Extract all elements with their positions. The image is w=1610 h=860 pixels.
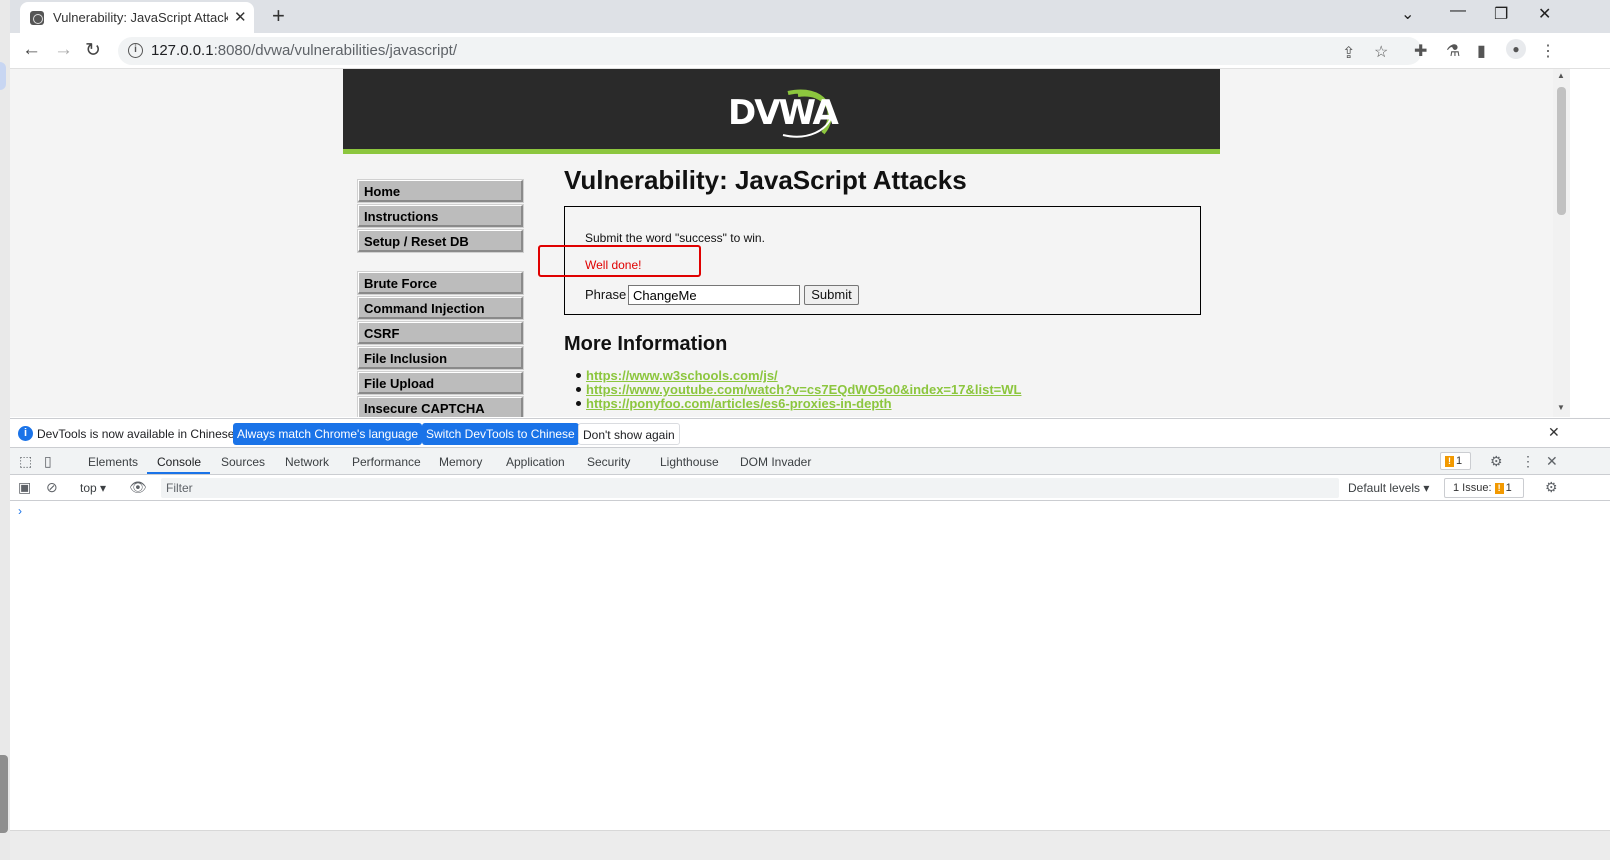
menu-item-insecure-captcha[interactable]: Insecure CAPTCHA	[358, 397, 523, 417]
bookmark-star-icon[interactable]: ☆	[1374, 42, 1388, 62]
scroll-thumb[interactable]	[1557, 87, 1566, 215]
browser-tab[interactable]: Vulnerability: JavaScript Attacks ✕	[20, 2, 254, 33]
notice-close-icon[interactable]: ✕	[1548, 424, 1560, 441]
new-tab-button[interactable]: +	[272, 3, 285, 29]
back-icon[interactable]: ←	[22, 39, 41, 61]
extensions-icon[interactable]: ✚	[1414, 41, 1427, 61]
minimize-icon[interactable]: —	[1450, 2, 1466, 20]
share-icon[interactable]: ⇪	[1342, 43, 1355, 63]
site-info-icon[interactable]: i	[128, 43, 143, 58]
forward-icon[interactable]: →	[54, 39, 73, 61]
menu-kebab-icon[interactable]: ⋮	[1540, 41, 1556, 61]
edge-marker	[0, 62, 6, 90]
instruction-text: Submit the word "success" to win.	[585, 231, 765, 245]
page-title: Vulnerability: JavaScript Attacks	[564, 165, 967, 195]
tab-security[interactable]: Security	[587, 455, 630, 469]
tab-lighthouse[interactable]: Lighthouse	[660, 455, 719, 469]
tab-elements[interactable]: Elements	[88, 455, 138, 469]
tab-performance[interactable]: Performance	[352, 455, 421, 469]
tab-console[interactable]: Console	[157, 455, 201, 469]
active-tab-indicator	[147, 472, 210, 474]
devtools-language-notice: i DevTools is now available in Chinese! …	[10, 418, 1610, 447]
tab-network[interactable]: Network	[285, 455, 329, 469]
tab-search-icon[interactable]: ⌄	[1401, 4, 1414, 24]
logo-text: DVWA	[728, 93, 839, 133]
info-icon: i	[18, 426, 33, 441]
log-levels-dropdown[interactable]: Default levels ▾	[1348, 481, 1429, 495]
console-prompt[interactable]: ›	[18, 504, 22, 518]
tab-strip: Vulnerability: JavaScript Attacks ✕ + ⌄ …	[10, 0, 1610, 33]
dvwa-header: DVWA	[343, 69, 1220, 154]
devtools-menu-icon[interactable]: ⋮	[1521, 453, 1535, 470]
left-window-edge	[0, 0, 10, 860]
settings-gear-icon[interactable]: ⚙	[1490, 453, 1503, 470]
phrase-label: Phrase	[585, 287, 627, 302]
warning-icon: !	[1494, 482, 1504, 494]
issues-badge[interactable]: ! 1	[1440, 452, 1471, 470]
reload-icon[interactable]: ↻	[85, 39, 101, 62]
profile-avatar-icon[interactable]: ●	[1506, 39, 1526, 59]
inspect-element-icon[interactable]: ⬚	[19, 453, 32, 470]
side-panel-icon[interactable]: ▮	[1477, 41, 1486, 61]
url-text: 127.0.0.1:8080/dvwa/vulnerabilities/java…	[151, 42, 458, 59]
more-info-heading: More Information	[564, 333, 728, 355]
phrase-input[interactable]	[628, 285, 800, 305]
browser-toolbar: ← → ↻ i 127.0.0.1:8080/dvwa/vulnerabilit…	[10, 33, 1610, 69]
console-filter-input[interactable]: Filter	[161, 478, 1339, 498]
favicon-icon	[30, 11, 44, 25]
warning-icon: !	[1445, 455, 1454, 467]
menu-item-setup[interactable]: Setup / Reset DB	[358, 230, 523, 252]
tab-title: Vulnerability: JavaScript Attacks	[53, 10, 228, 25]
devtools-close-icon[interactable]: ✕	[1546, 453, 1558, 470]
tab-close-icon[interactable]: ✕	[234, 8, 247, 26]
devtools-tab-bar: ⬚ ▯ Elements Console Sources Network Per…	[10, 447, 1610, 475]
dvwa-container: DVWA Home Instructions Setup / Reset DB …	[343, 69, 1220, 417]
dvwa-logo: DVWA	[728, 85, 839, 141]
window-close-icon[interactable]: ✕	[1538, 4, 1551, 24]
context-selector[interactable]: top ▾	[80, 481, 106, 495]
edge-marker-lower	[0, 755, 8, 833]
page-viewport: DVWA Home Instructions Setup / Reset DB …	[10, 69, 1553, 417]
annotation-highlight-box	[538, 245, 701, 277]
tab-application[interactable]: Application	[506, 455, 565, 469]
menu-item-brute-force[interactable]: Brute Force	[358, 272, 523, 294]
submit-button[interactable]: Submit	[804, 285, 859, 305]
menu-item-home[interactable]: Home	[358, 180, 523, 202]
notice-text: DevTools is now available in Chinese!	[37, 427, 238, 441]
live-expression-eye-icon[interactable]: 👁	[129, 479, 147, 496]
page-scrollbar[interactable]: ▲ ▼	[1553, 69, 1570, 417]
lab-flask-icon[interactable]: ⚗	[1446, 41, 1460, 61]
menu-item-file-upload[interactable]: File Upload	[358, 372, 523, 394]
issues-counter[interactable]: 1 Issue: ! 1	[1444, 478, 1524, 498]
match-language-button[interactable]: Always match Chrome's language	[233, 423, 423, 445]
taskbar-edge	[10, 830, 1610, 860]
info-link[interactable]: https://www.youtube.com/watch?v=cs7EQdWO…	[576, 382, 1021, 397]
info-link[interactable]: https://ponyfoo.com/articles/es6-proxies…	[576, 396, 892, 411]
scroll-up-icon[interactable]: ▲	[1557, 71, 1565, 80]
menu-item-command-injection[interactable]: Command Injection	[358, 297, 523, 319]
menu-item-file-inclusion[interactable]: File Inclusion	[358, 347, 523, 369]
console-toolbar: ▣ ⊘ top ▾ 👁 Filter Default levels ▾ 1 Is…	[10, 475, 1610, 501]
address-bar[interactable]: i 127.0.0.1:8080/dvwa/vulnerabilities/ja…	[118, 37, 1422, 65]
switch-chinese-button[interactable]: Switch DevTools to Chinese	[422, 423, 579, 445]
sidebar-toggle-icon[interactable]: ▣	[18, 479, 31, 496]
tab-dom-invader[interactable]: DOM Invader	[740, 455, 811, 469]
dont-show-again-button[interactable]: Don't show again	[578, 423, 680, 445]
tab-sources[interactable]: Sources	[221, 455, 265, 469]
menu-item-csrf[interactable]: CSRF	[358, 322, 523, 344]
tab-memory[interactable]: Memory	[439, 455, 482, 469]
restore-icon[interactable]: ❐	[1494, 4, 1508, 24]
menu-item-instructions[interactable]: Instructions	[358, 205, 523, 227]
clear-console-icon[interactable]: ⊘	[46, 479, 58, 496]
console-settings-icon[interactable]: ⚙	[1545, 479, 1558, 496]
scroll-down-icon[interactable]: ▼	[1557, 403, 1565, 412]
info-link[interactable]: https://www.w3schools.com/js/	[576, 368, 778, 383]
device-toolbar-icon[interactable]: ▯	[44, 453, 52, 470]
